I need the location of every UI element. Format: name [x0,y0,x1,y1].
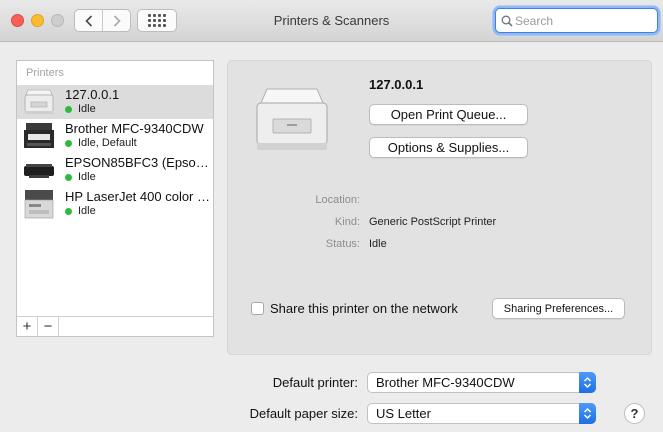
status-value: Idle [369,238,387,250]
printer-status: Idle, Default [65,137,137,149]
printer-icon [24,190,54,219]
default-paper-size-value: US Letter [376,406,431,421]
default-paper-size-popup[interactable]: US Letter [367,403,596,424]
share-printer-option: Share this printer on the network [251,301,458,316]
printer-detail-name: 127.0.0.1 [369,77,424,92]
printer-detail-panel: 127.0.0.1 Open Print Queue... Options & … [227,60,652,355]
printer-name: 127.0.0.1 [65,87,120,102]
help-button[interactable]: ? [624,403,645,424]
share-printer-label[interactable]: Share this printer on the network [270,301,458,316]
printer-thumbnail [17,85,57,119]
list-footer: + − [17,316,213,336]
printer-status: Idle [65,205,96,217]
printer-status-text: Idle [78,171,96,183]
printer-status: Idle [65,171,96,183]
printer-icon [24,164,54,178]
remove-printer-button[interactable]: − [38,317,59,336]
list-header: Printers [26,67,64,79]
printer-thumbnail [17,187,57,221]
sharing-preferences-button[interactable]: Sharing Preferences... [492,298,625,319]
printer-large-icon [256,88,328,150]
status-dot-icon [65,173,72,181]
default-paper-size-label: Default paper size: [249,406,358,421]
printer-status-text: Idle [78,103,96,115]
default-printer-popup[interactable]: Brother MFC-9340CDW [367,372,596,393]
printer-status-text: Idle [78,205,96,217]
printer-name: HP LaserJet 400 color M451dn [65,189,213,204]
add-printer-button[interactable]: + [17,317,38,336]
popup-arrows-icon [579,372,596,393]
status-dot-icon [65,207,72,215]
status-dot-icon [65,139,72,147]
printer-name: EPSON85BFC3 (Epson XP-440 Series) [65,155,213,170]
popup-arrows-icon [579,403,596,424]
location-label: Location: [315,194,360,206]
options-supplies-button[interactable]: Options & Supplies... [369,137,528,158]
printer-status-text: Idle, Default [78,137,137,149]
search-icon [501,15,513,27]
printer-row-brother[interactable]: Brother MFC-9340CDW Idle, Default [17,119,213,153]
printer-thumbnail [17,119,57,153]
printer-row-127001[interactable]: 127.0.0.1 Idle [17,85,213,119]
title-bar: Printers & Scanners [0,0,663,42]
printer-list: Printers 127.0.0.1 Idle Brother MFC-9340… [16,60,214,337]
kind-value: Generic PostScript Printer [369,216,497,228]
status-dot-icon [65,105,72,113]
kind-label: Kind: [334,216,360,228]
default-printer-value: Brother MFC-9340CDW [376,375,515,390]
printer-row-epson[interactable]: EPSON85BFC3 (Epson XP-440 Series) Idle [17,153,213,187]
printer-icon [24,123,54,148]
printer-row-hp[interactable]: HP LaserJet 400 color M451dn Idle [17,187,213,221]
default-printer-label: Default printer: [272,375,358,390]
open-print-queue-button[interactable]: Open Print Queue... [369,104,528,125]
printer-name: Brother MFC-9340CDW [65,121,204,136]
printer-icon [24,89,54,114]
search-field[interactable] [495,8,658,33]
status-label: Status: [325,238,360,250]
search-input[interactable] [515,13,650,28]
share-printer-checkbox[interactable] [251,302,264,315]
printer-thumbnail [17,153,57,187]
printer-status: Idle [65,103,96,115]
